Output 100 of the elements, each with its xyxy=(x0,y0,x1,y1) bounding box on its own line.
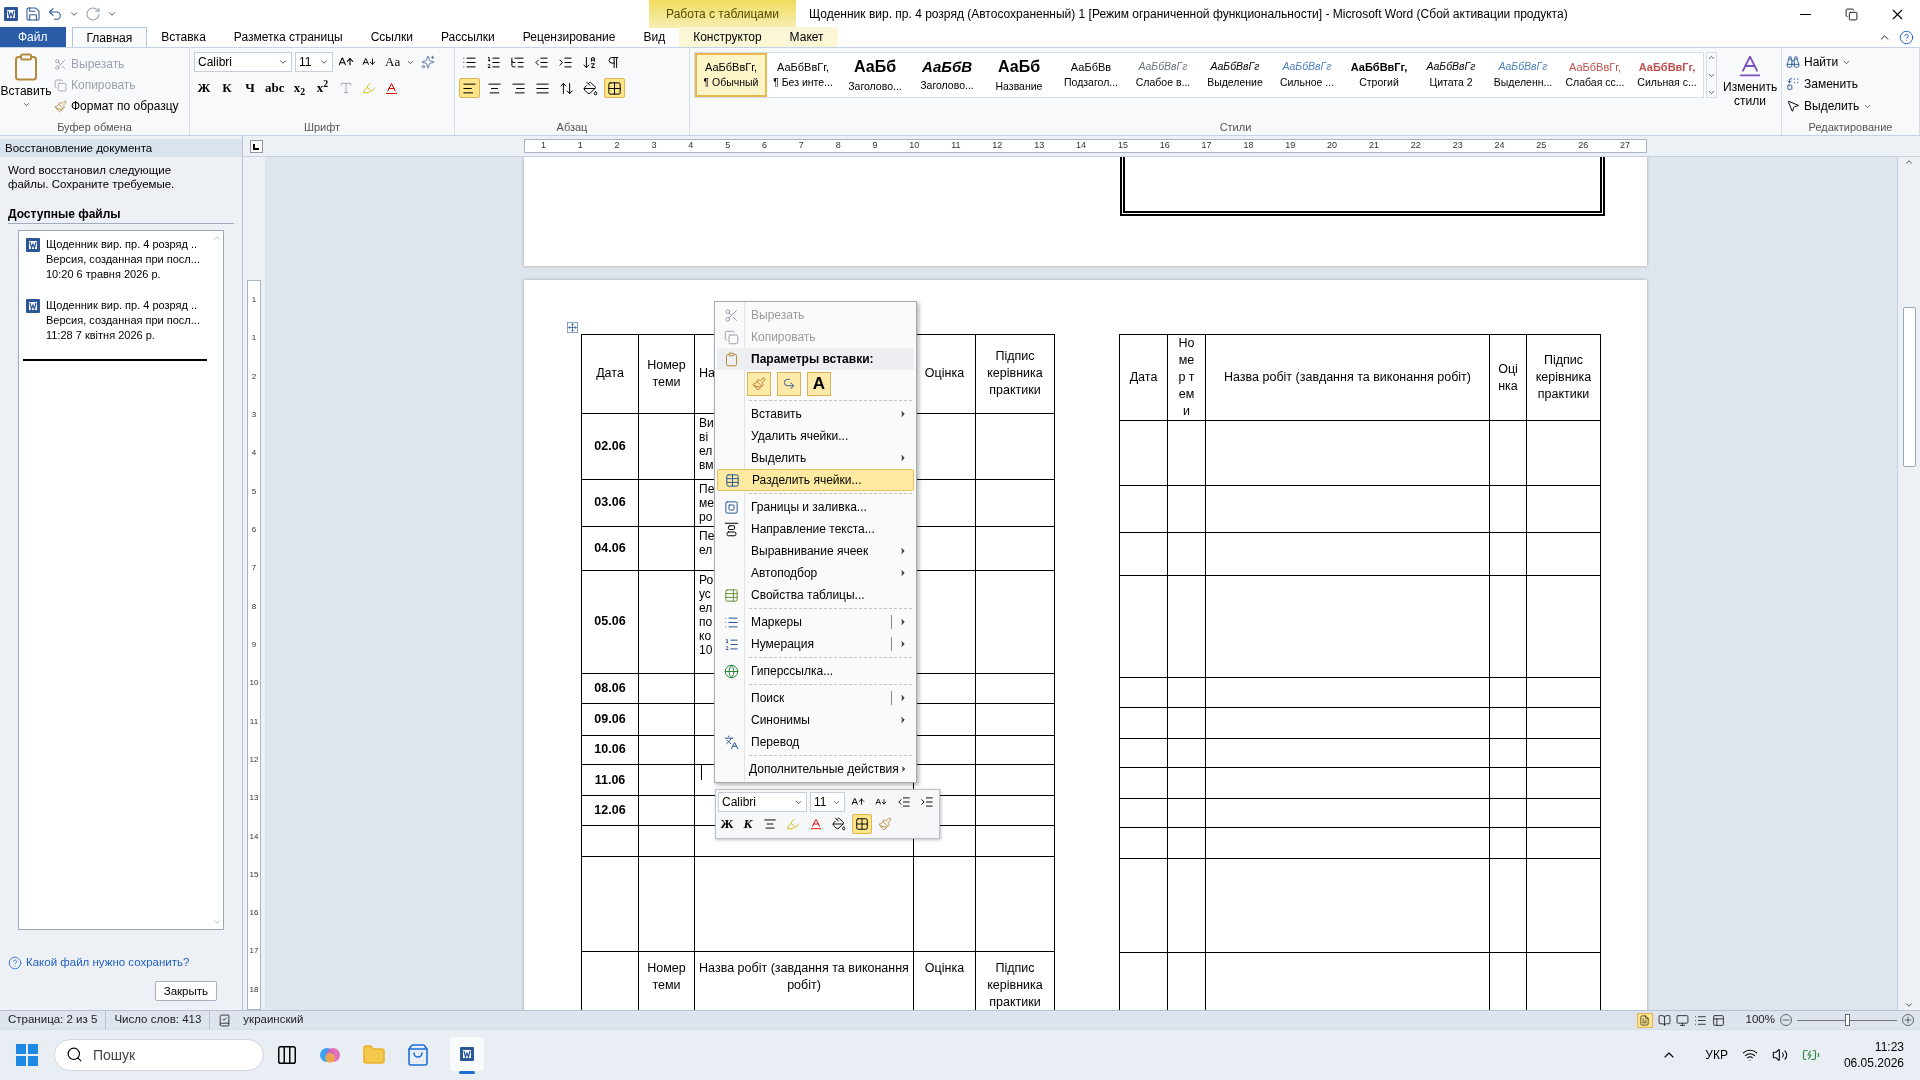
volume-icon[interactable] xyxy=(1771,1047,1788,1063)
borders-button[interactable] xyxy=(604,78,625,98)
menu-item[interactable]: Поиск xyxy=(717,682,914,709)
font-style-button[interactable]: x$_{2}$ xyxy=(289,78,310,98)
undo-icon[interactable] xyxy=(47,6,63,22)
paste-text-only-button[interactable]: A xyxy=(807,372,831,396)
pane-message: Word восстановил следующие файлы. Сохраните требуемые. xyxy=(7,163,176,191)
ribbon-tab[interactable]: Конструктор xyxy=(679,27,776,47)
paste-merge-button[interactable] xyxy=(777,372,801,396)
menu-item[interactable]: Нумерация xyxy=(717,633,914,655)
wifi-icon[interactable] xyxy=(1741,1047,1758,1063)
font-style-button[interactable]: Ж xyxy=(194,78,214,98)
format-painter-button[interactable]: Формат по образцу xyxy=(54,96,179,116)
paintbrush-icon xyxy=(878,817,892,831)
proofing-icon[interactable] xyxy=(218,1013,232,1027)
find-button[interactable]: Найти xyxy=(1786,52,1915,72)
table-cell: 11.06 xyxy=(581,764,639,796)
menu-item[interactable]: Маркеры xyxy=(717,606,914,633)
outline-icon[interactable] xyxy=(1693,1013,1707,1027)
customize-icon[interactable] xyxy=(107,9,117,19)
vertical-ruler[interactable]: 1 1 2 3 4 5 6 7 8 9 10 11 12 13 14 15 16 17 18 xyxy=(247,280,261,1010)
zoom-slider-thumb[interactable] xyxy=(1844,1014,1850,1026)
help-link[interactable]: Какой файл нужно сохранить? xyxy=(26,954,190,972)
zoom-in-icon[interactable] xyxy=(1902,1014,1914,1026)
borders-button[interactable] xyxy=(852,814,872,834)
submenu-arrow-icon xyxy=(898,546,908,556)
font-style-button[interactable]: abc xyxy=(263,78,287,98)
ribbon-tab[interactable]: Макет xyxy=(775,27,838,47)
style-swatch[interactable]: АаБбВвГг, ¶ Обычный xyxy=(695,53,767,97)
font-style-button[interactable]: Ж xyxy=(718,814,736,834)
clock-date[interactable]: 06.05.2026 xyxy=(1843,1055,1904,1071)
zoom-level[interactable]: 100% xyxy=(1745,1011,1775,1029)
ribbon-tab[interactable]: Вставка xyxy=(147,27,220,47)
font-style-button[interactable]: К xyxy=(217,78,237,98)
font-style-button[interactable]: К xyxy=(739,814,757,834)
gallery-scroll[interactable] xyxy=(1706,52,1717,98)
change-case-button[interactable]: Aa xyxy=(382,52,404,72)
column-header: Підпис керівника практики xyxy=(975,334,1055,414)
font-name-field[interactable]: Calibri xyxy=(194,52,292,72)
vertical-scrollbar[interactable] xyxy=(1897,157,1920,1010)
taskbar-search-field[interactable]: Пошук xyxy=(54,1039,264,1071)
clock-time[interactable]: 11:23 xyxy=(1874,1039,1904,1055)
scroll-down-icon[interactable] xyxy=(1904,1000,1914,1010)
font-style-button[interactable]: Ч xyxy=(240,78,260,98)
ribbon-tab[interactable]: Файл xyxy=(0,27,66,47)
save-icon[interactable] xyxy=(25,6,41,22)
file-name: Щоденник вир. пр. 4 розряд .. xyxy=(46,298,199,313)
read-mode-icon[interactable] xyxy=(1657,1013,1671,1027)
menu-item[interactable]: Выделить xyxy=(717,447,914,469)
task-view-icon[interactable] xyxy=(276,1044,298,1066)
font-size-field[interactable]: 11 xyxy=(295,52,333,72)
page-count[interactable]: Страница: 2 из 5 xyxy=(0,1011,107,1029)
menu-item[interactable]: Свойства таблицы... xyxy=(717,584,914,606)
word-count[interactable]: Число слов: 413 xyxy=(106,1011,211,1029)
menu-item[interactable]: Автоподбор xyxy=(717,562,914,584)
menu-item[interactable]: Разделить ячейки... xyxy=(717,469,914,491)
align-left-button[interactable] xyxy=(459,78,480,98)
web-layout-icon[interactable] xyxy=(1675,1013,1689,1027)
store-icon[interactable] xyxy=(406,1043,430,1067)
select-button[interactable]: Выделить xyxy=(1786,96,1915,116)
table-cell xyxy=(1489,532,1527,576)
ribbon-tab[interactable]: Рассылки xyxy=(426,27,509,47)
language-indicator[interactable]: украинский xyxy=(239,1011,308,1029)
ribbon-tab[interactable]: Вид xyxy=(629,27,680,47)
borders-icon xyxy=(723,499,739,515)
menu-item[interactable]: Удалить ячейки... xyxy=(717,425,914,447)
align-center-icon xyxy=(763,817,777,831)
word-taskbar-button[interactable] xyxy=(450,1036,484,1071)
menu-item[interactable]: Выравнивание ячеек xyxy=(717,540,914,562)
keyboard-language[interactable]: УКР xyxy=(1705,1046,1728,1064)
menu-item[interactable]: Перевод xyxy=(717,731,914,753)
menu-item[interactable]: Направление текста... xyxy=(717,518,914,540)
font-size-field[interactable]: 11 xyxy=(810,792,845,812)
font-style-button[interactable]: x$^{2}$ xyxy=(312,78,333,98)
font-name-field[interactable]: Calibri xyxy=(718,792,807,812)
ribbon-tab[interactable]: Главная xyxy=(71,27,148,47)
menu-item[interactable]: Дополнительные действия xyxy=(717,753,914,780)
menu-item[interactable]: Границы и заливка... xyxy=(717,491,914,518)
recovered-file-item[interactable]: Щоденник вир. пр. 4 розряд .. Версия, созданная при посл... 10:20 6 травня 2026 р. xyxy=(19,237,211,282)
draft-icon[interactable] xyxy=(1711,1013,1725,1027)
horizontal-ruler[interactable]: 1 1 2 3 4 5 6 7 8 9 10 11 12 13 14 15 16 17 18 19 20 21 22 23 24 25 26 27 xyxy=(524,139,1647,153)
ribbon-tab[interactable]: Рецензирование xyxy=(508,27,630,47)
tab-stop-icon[interactable] xyxy=(250,139,263,153)
zoom-slider[interactable] xyxy=(1797,1013,1897,1027)
print-layout-button[interactable] xyxy=(1636,1012,1653,1028)
replace-button[interactable]: Заменить xyxy=(1786,74,1915,94)
ribbon-tab[interactable]: Разметка страницы xyxy=(219,27,357,47)
scroll-up-icon[interactable] xyxy=(1904,157,1914,167)
scroll-thumb[interactable] xyxy=(1902,307,1916,467)
cell-text: ме xyxy=(699,495,714,510)
change-styles-button[interactable]: Изменить стили xyxy=(1723,52,1778,108)
group-label: Редактирование xyxy=(1807,120,1894,135)
start-icon[interactable] xyxy=(16,1044,38,1066)
ribbon-tab[interactable]: Ссылки xyxy=(356,27,427,47)
recovered-file-item[interactable]: Щоденник вир. пр. 4 розряд .. Версия, созданная при посл... 11:28 7 квітня 2026 р. xyxy=(19,298,211,343)
help-icon[interactable] xyxy=(1899,30,1914,45)
close-pane-button[interactable]: Закрыть xyxy=(154,981,217,1002)
table-move-handle[interactable] xyxy=(567,322,578,333)
cell-text: Пе xyxy=(699,481,715,496)
menu-item[interactable]: Гиперссылка... xyxy=(717,655,914,682)
